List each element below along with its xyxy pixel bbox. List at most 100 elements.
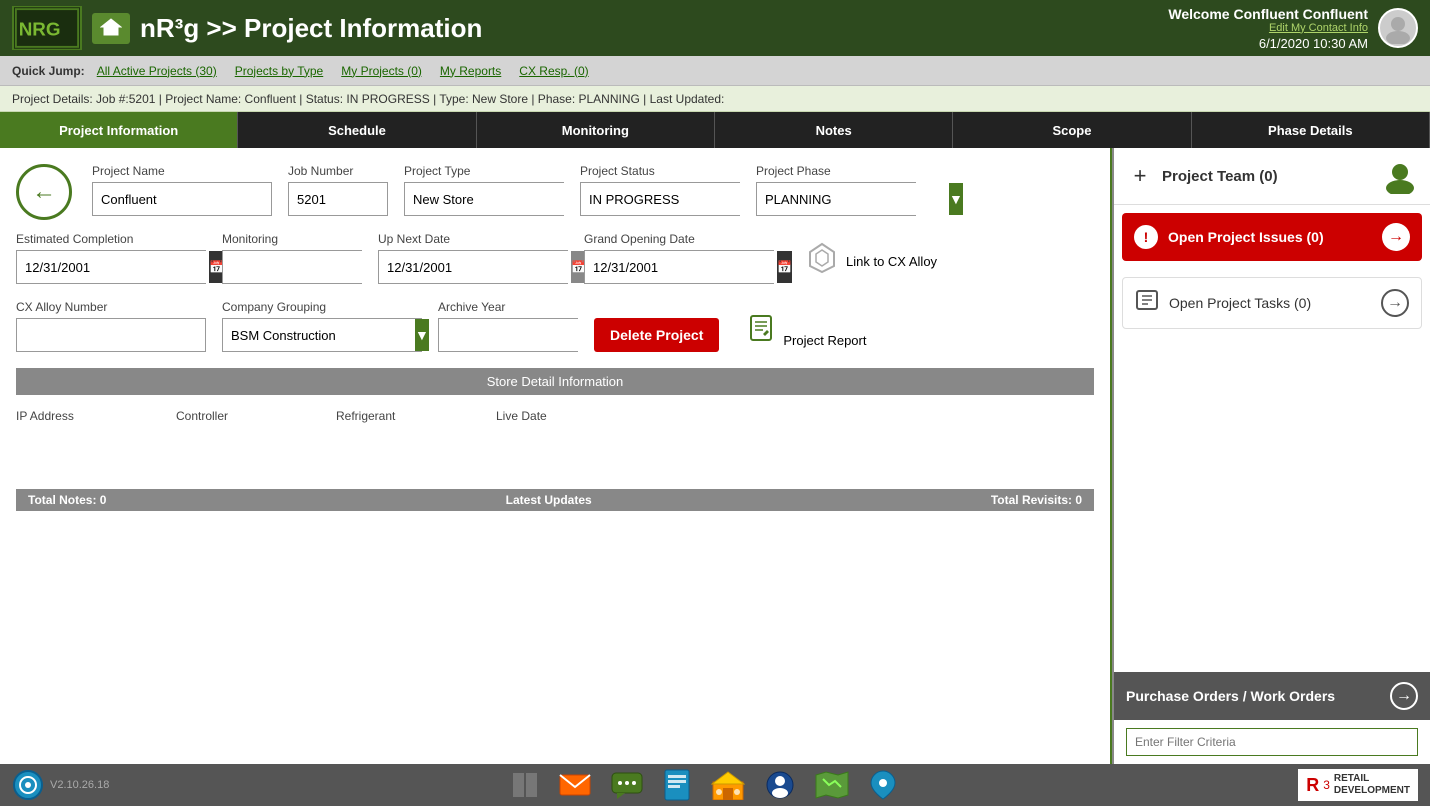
svg-text:NRG: NRG (19, 19, 61, 40)
ip-address-label: IP Address (16, 409, 136, 423)
nav-all-active[interactable]: All Active Projects (30) (91, 64, 223, 78)
right-sidebar: + Project Team (0) ! Open Project Issues… (1112, 148, 1430, 764)
project-phase-group: Project Phase ▼ (756, 164, 916, 216)
cx-alloy-number-input[interactable] (16, 318, 206, 352)
taskbar-user[interactable] (765, 770, 795, 800)
project-details-text: Project Details: Job #:5201 | Project Na… (12, 92, 724, 106)
header-left: NRG nR³g >> Project Information (12, 6, 482, 50)
monitoring-group: Monitoring ▼ (222, 232, 362, 284)
job-number-label: Job Number (288, 164, 388, 178)
grand-opening-input[interactable] (585, 251, 777, 283)
tab-bar: Project Information Schedule Monitoring … (0, 112, 1430, 148)
tasks-icon (1135, 288, 1159, 318)
taskbar-chat[interactable] (611, 771, 643, 799)
nav-my-reports[interactable]: My Reports (434, 64, 507, 78)
up-next-date-label: Up Next Date (378, 232, 568, 246)
company-grouping-input[interactable] (223, 319, 415, 351)
project-name-label: Project Name (92, 164, 272, 178)
project-phase-dropdown-btn[interactable]: ▼ (949, 183, 963, 215)
archive-year-group: Archive Year ▼ (438, 300, 578, 352)
grand-opening-date[interactable]: 📅 (584, 250, 774, 284)
welcome-text: Welcome Confluent Confluent (1168, 6, 1368, 22)
latest-updates: Latest Updates (506, 493, 592, 507)
monitoring-select[interactable]: ▼ (222, 250, 362, 284)
filter-input[interactable] (1126, 728, 1418, 756)
link-cx-alloy-label: Link to CX Alloy (846, 254, 937, 269)
form-row-1: ← Project Name Job Number Project Type (16, 164, 1094, 220)
est-completion-input[interactable] (17, 251, 209, 283)
archive-year-label: Archive Year (438, 300, 578, 314)
company-grouping-select[interactable]: ▼ (222, 318, 422, 352)
company-grouping-dropdown-btn[interactable]: ▼ (415, 319, 429, 351)
add-team-member-button[interactable]: + (1126, 162, 1154, 190)
r3-superscript: 3 (1323, 778, 1330, 792)
project-name-input[interactable] (92, 182, 272, 216)
datetime: 6/1/2020 10:30 AM (1168, 36, 1368, 51)
content-area: ← Project Name Job Number Project Type (0, 148, 1110, 764)
open-issues-label: Open Project Issues (0) (1168, 229, 1382, 245)
store-detail-header: Store Detail Information (16, 368, 1094, 395)
project-details-bar: Project Details: Job #:5201 | Project Na… (0, 86, 1430, 112)
project-status-group: Project Status ▼ (580, 164, 740, 216)
est-completion-group: Estimated Completion 📅 (16, 232, 206, 284)
po-arrow-icon: → (1390, 682, 1418, 710)
project-phase-input[interactable] (757, 183, 949, 215)
est-completion-date[interactable]: 📅 (16, 250, 206, 284)
quick-jump-label: Quick Jump: (12, 64, 85, 78)
total-revisits: Total Revisits: 0 (991, 493, 1082, 507)
tab-phase-details[interactable]: Phase Details (1192, 112, 1430, 148)
link-cx-alloy-btn[interactable]: Link to CX Alloy (806, 242, 937, 284)
taskbar-app-1[interactable] (511, 771, 539, 799)
company-grouping-group: Company Grouping ▼ (222, 300, 422, 352)
nav-my-projects[interactable]: My Projects (0) (335, 64, 428, 78)
form-row-3: CX Alloy Number Company Grouping ▼ Archi… (16, 300, 1094, 352)
project-report-btn[interactable]: Project Report (747, 314, 866, 352)
live-date-label: Live Date (496, 409, 616, 423)
project-status-select[interactable]: ▼ (580, 182, 740, 216)
taskbar-email[interactable] (559, 771, 591, 799)
project-report-label: Project Report (783, 333, 866, 348)
form-row-2: Estimated Completion 📅 Monitoring ▼ Up N… (16, 232, 1094, 284)
project-phase-select[interactable]: ▼ (756, 182, 916, 216)
project-type-select[interactable]: ▼ (404, 182, 564, 216)
archive-year-select[interactable]: ▼ (438, 318, 578, 352)
tab-notes[interactable]: Notes (715, 112, 953, 148)
taskbar-location[interactable] (869, 769, 897, 801)
open-tasks-label: Open Project Tasks (0) (1169, 295, 1381, 311)
open-tasks-btn[interactable]: Open Project Tasks (0) → (1122, 277, 1422, 329)
job-number-input[interactable] (288, 182, 388, 216)
project-type-input[interactable] (405, 183, 597, 215)
po-wo-btn[interactable]: Purchase Orders / Work Orders → (1114, 672, 1430, 720)
project-status-input[interactable] (581, 183, 773, 215)
nrg-logo: NRG (12, 6, 82, 50)
tab-project-information[interactable]: Project Information (0, 112, 238, 148)
nav-cx-resp[interactable]: CX Resp. (0) (513, 64, 594, 78)
delete-project-button[interactable]: Delete Project (594, 318, 719, 352)
project-team-header: + Project Team (0) (1114, 148, 1430, 205)
issues-warning-icon: ! (1134, 225, 1158, 249)
retail-dev-text: RETAILDEVELOPMENT (1334, 773, 1410, 797)
back-button[interactable]: ← (16, 164, 72, 220)
cx-alloy-number-group: CX Alloy Number (16, 300, 206, 352)
nav-projects-by-type[interactable]: Projects by Type (229, 64, 330, 78)
grand-opening-cal-btn[interactable]: 📅 (777, 251, 792, 283)
edit-contact-link[interactable]: Edit My Contact Info (1168, 22, 1368, 34)
taskbar-map[interactable] (815, 771, 849, 799)
header-right: Welcome Confluent Confluent Edit My Cont… (1168, 6, 1418, 51)
up-next-date-input[interactable] (379, 251, 571, 283)
up-next-date-group: Up Next Date 📅 (378, 232, 568, 284)
project-type-label: Project Type (404, 164, 564, 178)
up-next-date[interactable]: 📅 (378, 250, 568, 284)
project-type-group: Project Type ▼ (404, 164, 564, 216)
tab-schedule[interactable]: Schedule (238, 112, 476, 148)
taskbar-store[interactable] (711, 770, 745, 800)
taskbar-docs[interactable] (663, 769, 691, 801)
home-icon[interactable] (92, 13, 130, 44)
avatar[interactable] (1378, 8, 1418, 48)
page-title: nR³g >> Project Information (140, 13, 482, 44)
open-issues-btn[interactable]: ! Open Project Issues (0) → (1122, 213, 1422, 261)
navbar: Quick Jump: All Active Projects (30) Pro… (0, 56, 1430, 86)
taskbar: V2.10.26.18 R 3 RETAILDEVELOPMENT (0, 764, 1430, 806)
tab-scope[interactable]: Scope (953, 112, 1191, 148)
tab-monitoring[interactable]: Monitoring (477, 112, 715, 148)
